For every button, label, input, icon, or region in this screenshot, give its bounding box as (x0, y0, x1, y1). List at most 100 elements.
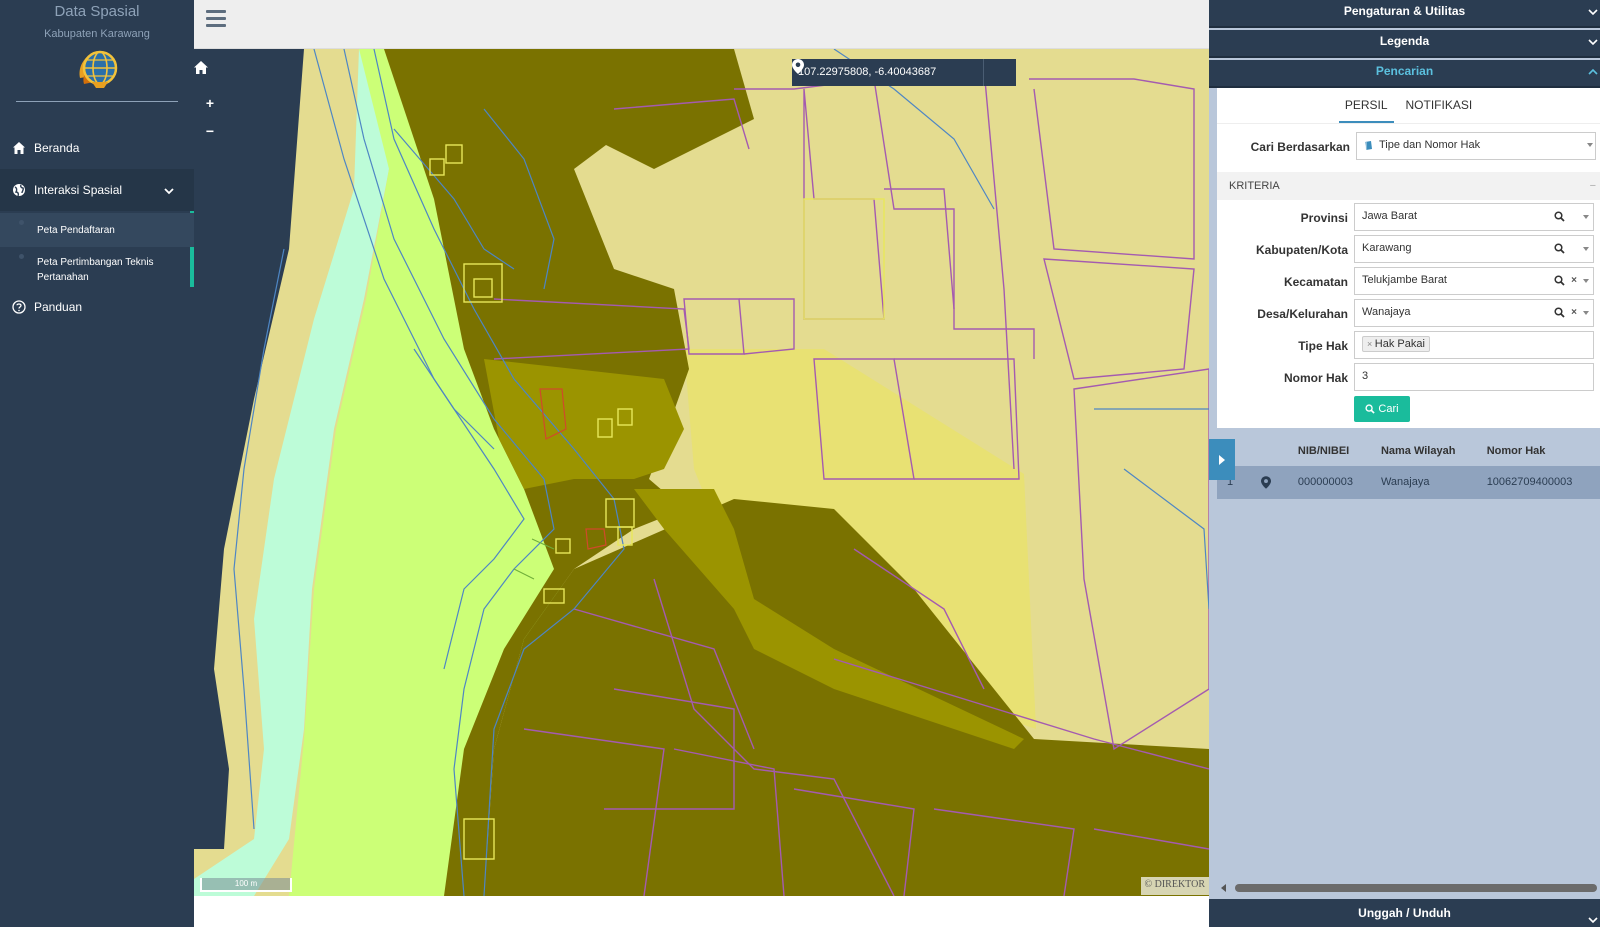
kabupaten-select[interactable]: Karawang (1354, 235, 1594, 263)
col-nomor-hak: Nomor Hak (1486, 445, 1546, 457)
search-by-select[interactable]: Tipe dan Nomor Hak (1356, 132, 1596, 160)
accordion-unggah-unduh[interactable]: Unggah / Unduh (1209, 899, 1600, 927)
kriteria-fields: Provinsi Jawa Barat Kabupaten/Kota Karaw… (1217, 200, 1600, 427)
footer-strip (194, 896, 1209, 927)
map-attribution: © DIREKTOR (1140, 877, 1209, 895)
home-extent-button[interactable] (194, 61, 226, 89)
accordion-pengaturan[interactable]: Pengaturan & Utilitas (1209, 0, 1600, 28)
bpn-logo (74, 46, 120, 92)
coordinate-readout[interactable]: 107.22975808, -6.40043687 (792, 59, 984, 86)
dropdown-caret-icon (1583, 278, 1589, 283)
accordion-pencarian[interactable]: Pencarian (1209, 60, 1600, 88)
map-marker-icon (792, 59, 804, 74)
provinsi-select[interactable]: Jawa Barat (1354, 203, 1594, 231)
col-locate (1233, 436, 1280, 466)
nomor-hak-label: Nomor Hak (1283, 371, 1348, 385)
col-nib: NIB/NIBEI (1297, 445, 1350, 457)
nav-interaksi-spasial[interactable]: Interaksi Spasial (0, 169, 194, 211)
search-icon (1365, 404, 1376, 414)
nav-peta-pendaftaran[interactable]: Peta Pendaftaran (0, 213, 194, 247)
zoom-out-button[interactable]: − (194, 117, 226, 145)
zoom-in-button[interactable]: + (194, 89, 226, 117)
nav-panduan-label: Panduan (34, 300, 83, 314)
search-form: PERSIL NOTIFIKASI Cari Berdasarkan Tipe … (1217, 88, 1600, 428)
accordion-pencarian-label: Pencarian (1375, 64, 1434, 78)
scroll-thumb[interactable] (1235, 884, 1597, 892)
provinsi-row: Provinsi Jawa Barat (1217, 203, 1600, 235)
scroll-left-icon[interactable] (1221, 884, 1226, 892)
desa-select[interactable]: Wanajaya × (1354, 299, 1594, 327)
bullet-icon (19, 220, 24, 225)
home-icon (12, 141, 26, 155)
tipe-hak-tag-label: Hak Pakai (1374, 338, 1425, 350)
desa-row: Desa/Kelurahan Wanajaya × (1217, 299, 1600, 331)
tab-notifikasi[interactable]: NOTIFIKASI (1400, 88, 1479, 123)
chevron-down-icon (164, 184, 174, 198)
bullet-icon (19, 254, 24, 259)
chevron-down-icon (1588, 31, 1598, 53)
chevron-down-icon (1588, 1, 1598, 23)
search-tabs: PERSIL NOTIFIKASI (1217, 88, 1600, 124)
map-zoom-control: + − (194, 61, 226, 149)
desa-value: Wanajaya (1362, 306, 1411, 318)
horizontal-scrollbar[interactable] (1217, 881, 1600, 895)
search-icon (1554, 275, 1565, 286)
cari-button-label: Cari (1378, 403, 1399, 415)
col-wilayah: Nama Wilayah (1380, 445, 1456, 457)
row-nomor-hak: 10062709400003 (1486, 476, 1573, 488)
remove-tag-icon[interactable]: × (1367, 339, 1375, 349)
nomor-hak-row: Nomor Hak 3 (1217, 363, 1600, 395)
accordion-legenda[interactable]: Legenda (1209, 30, 1600, 58)
clear-icon[interactable]: × (1571, 307, 1577, 318)
kecamatan-select[interactable]: Telukjambe Barat × (1354, 267, 1594, 295)
chevron-down-icon (1588, 906, 1598, 934)
nav-beranda[interactable]: Beranda (0, 127, 194, 169)
results-table: e NIB/NIBEI Nama Wilayah Nomor Hak 1 000… (1217, 436, 1600, 501)
map-scale-bar: 100 m (200, 878, 292, 892)
nav-peta-pendaftaran-label: Peta Pendaftaran (37, 225, 115, 236)
zoom-to-parcel-button[interactable] (1233, 466, 1280, 499)
help-icon (12, 300, 26, 314)
accordion-legenda-label: Legenda (1379, 34, 1430, 48)
kriteria-title: KRITERIA (1229, 180, 1280, 192)
nav-peta-pertimbangan-label: Peta Pertimbangan Teknis Pertanahan (37, 257, 154, 283)
nav-interaksi-label: Interaksi Spasial (34, 183, 123, 197)
dropdown-caret-icon (1583, 246, 1589, 251)
tipe-hak-label: Tipe Hak (1298, 339, 1348, 353)
cari-row: Cari (1217, 395, 1600, 427)
home-icon (194, 61, 208, 74)
map-layers (194, 49, 1209, 896)
clear-icon[interactable]: × (1571, 275, 1577, 286)
panel-collapse-toggle[interactable] (1209, 439, 1235, 480)
search-icon (1554, 307, 1565, 318)
nav-interaksi-group: Interaksi Spasial Peta Pendaftaran Peta … (0, 169, 194, 289)
dropdown-caret-icon (1583, 214, 1589, 219)
tipe-hak-tag: × Hak Pakai (1362, 336, 1430, 352)
search-by-value: Tipe dan Nomor Hak (1379, 139, 1481, 151)
map-marker-icon (1261, 475, 1271, 489)
search-by-label: Cari Berdasarkan (1250, 140, 1350, 154)
tipe-hak-multiselect[interactable]: × Hak Pakai (1354, 331, 1594, 359)
map-canvas[interactable]: + − 107.22975808, -6.40043687 100 m © DI… (194, 49, 1209, 896)
sidebar: Data Spasial Kabupaten Karawang Beranda … (0, 0, 194, 927)
caret-right-icon (1219, 454, 1225, 465)
menu-toggle-icon[interactable] (206, 10, 226, 28)
nav-beranda-label: Beranda (34, 141, 80, 155)
book-icon (1364, 141, 1373, 154)
nav-panduan[interactable]: Panduan (0, 293, 194, 321)
results-header: e NIB/NIBEI Nama Wilayah Nomor Hak (1217, 436, 1600, 466)
cari-button[interactable]: Cari (1354, 396, 1410, 422)
nomor-hak-input[interactable]: 3 (1354, 363, 1594, 391)
table-row[interactable]: 1 000000003 Wanajaya 10062709400003 (1217, 466, 1600, 499)
top-bar (194, 0, 1209, 49)
collapse-icon[interactable]: − (1590, 172, 1596, 200)
nomor-hak-value: 3 (1362, 370, 1369, 382)
kecamatan-row: Kecamatan Telukjambe Barat × (1217, 267, 1600, 299)
right-panel: Pengaturan & Utilitas Legenda Pencarian … (1209, 0, 1600, 927)
tab-persil[interactable]: PERSIL (1338, 88, 1394, 123)
dropdown-caret-icon (1583, 310, 1589, 315)
nav-peta-pertimbangan[interactable]: Peta Pertimbangan Teknis Pertanahan (0, 247, 194, 289)
kabupaten-value: Karawang (1362, 242, 1412, 254)
app-title: Data Spasial (54, 3, 140, 20)
kabupaten-label: Kabupaten/Kota (1255, 243, 1348, 257)
